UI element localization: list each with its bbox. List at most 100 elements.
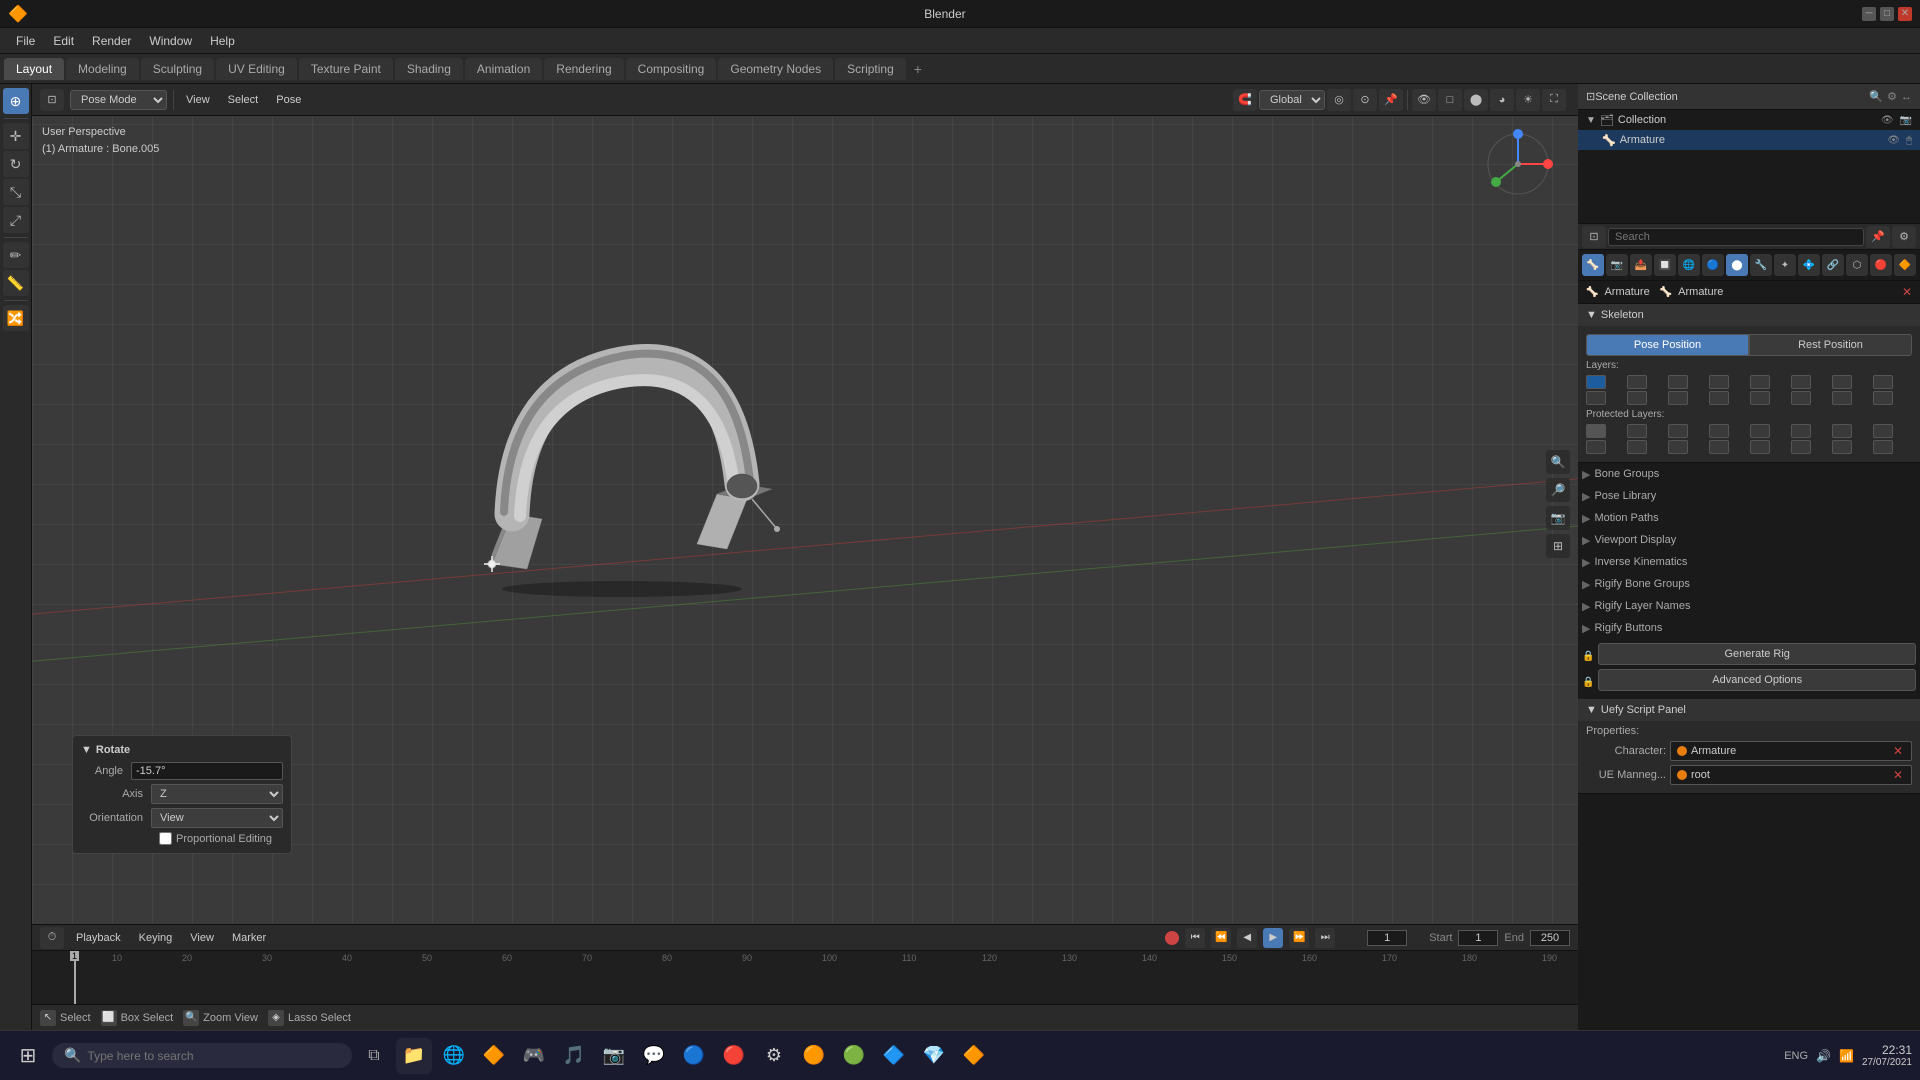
timeline-view-btn[interactable]: View — [184, 930, 220, 946]
pose-library-row[interactable]: ▶ Pose Library — [1578, 485, 1920, 507]
taskbar-app-3[interactable]: 🎵 — [556, 1038, 592, 1074]
props-constraints-icon[interactable]: 🔗 — [1822, 254, 1844, 276]
camera-btn[interactable]: 📷 — [1546, 506, 1570, 530]
props-world-icon[interactable]: 🔵 — [1702, 254, 1724, 276]
protected-layer-2[interactable] — [1627, 424, 1647, 438]
viewport-shading-wireframe[interactable]: □ — [1438, 89, 1462, 111]
layer-14[interactable] — [1791, 391, 1811, 405]
taskbar-app-4[interactable]: 📷 — [596, 1038, 632, 1074]
add-workspace-button[interactable]: + — [908, 59, 928, 79]
maximize-button[interactable]: □ — [1880, 7, 1894, 21]
props-pin-btn[interactable]: 📌 — [1866, 226, 1890, 248]
bone-groups-row[interactable]: ▶ Bone Groups — [1578, 463, 1920, 485]
pose-menu-btn[interactable]: Pose — [270, 92, 307, 108]
protected-layer-4[interactable] — [1709, 424, 1729, 438]
playback-menu-btn[interactable]: Playback — [70, 930, 127, 946]
layer-8[interactable] — [1873, 375, 1893, 389]
rotate-panel-collapse-icon[interactable]: ▼ — [81, 744, 92, 756]
taskbar-app-10[interactable]: 🟢 — [836, 1038, 872, 1074]
timeline-ruler[interactable]: 1 1 10 20 30 40 50 60 70 80 90 — [32, 951, 1578, 1004]
jump-start-btn[interactable]: ⏮ — [1185, 928, 1205, 948]
taskbar-app-7[interactable]: 🔴 — [716, 1038, 752, 1074]
protected-layer-8[interactable] — [1873, 424, 1893, 438]
taskbar-file-explorer[interactable]: 📁 — [396, 1038, 432, 1074]
tab-animation[interactable]: Animation — [465, 58, 542, 80]
taskbar-app-9[interactable]: 🟠 — [796, 1038, 832, 1074]
3d-viewport[interactable]: ⊡ Pose Mode Object Mode Edit Mode View S… — [32, 84, 1578, 924]
step-back-btn[interactable]: ⏪ — [1211, 928, 1231, 948]
tab-compositing[interactable]: Compositing — [626, 58, 717, 80]
layer-16[interactable] — [1873, 391, 1893, 405]
tab-shading[interactable]: Shading — [395, 58, 463, 80]
layer-15[interactable] — [1832, 391, 1852, 405]
rest-position-btn[interactable]: Rest Position — [1749, 334, 1912, 356]
props-editor-icon[interactable]: ⊡ — [1582, 226, 1606, 248]
zoom-out-btn[interactable]: 🔎 — [1546, 478, 1570, 502]
zoom-in-btn[interactable]: 🔍 — [1546, 450, 1570, 474]
taskbar-app-2[interactable]: 🎮 — [516, 1038, 552, 1074]
orientation-selector[interactable]: Global Local View — [1259, 90, 1325, 110]
props-scene-icon[interactable]: 🌐 — [1678, 254, 1700, 276]
keying-menu-btn[interactable]: Keying — [133, 930, 179, 946]
layer-13[interactable] — [1750, 391, 1770, 405]
outliner-item-collection[interactable]: ▼ 🗂 Collection 👁 📷 — [1578, 110, 1920, 130]
viewport-shading-rendered[interactable]: ☀ — [1516, 89, 1540, 111]
jump-end-btn[interactable]: ⏭ — [1315, 928, 1335, 948]
props-object-data-extra[interactable]: ⬡ — [1846, 254, 1868, 276]
motion-paths-row[interactable]: ▶ Motion Paths — [1578, 507, 1920, 529]
ue-mannequin-delete-btn[interactable]: ✕ — [1891, 768, 1905, 782]
network-icon[interactable]: 📶 — [1839, 1049, 1854, 1063]
props-search-input[interactable] — [1608, 228, 1864, 246]
viewport-navigation-gizmo[interactable] — [1478, 124, 1558, 204]
props-material-icon[interactable]: 🔴 — [1870, 254, 1892, 276]
protected-layer-9[interactable] — [1586, 440, 1606, 454]
menu-edit[interactable]: Edit — [45, 32, 82, 50]
select-menu-btn[interactable]: Select — [222, 92, 265, 108]
marker-menu-btn[interactable]: Marker — [226, 930, 272, 946]
props-unlink-btn[interactable]: ✕ — [1902, 285, 1912, 299]
tab-texture-paint[interactable]: Texture Paint — [299, 58, 393, 80]
menu-file[interactable]: File — [8, 32, 43, 50]
layer-11[interactable] — [1668, 391, 1688, 405]
protected-layer-10[interactable] — [1627, 440, 1647, 454]
tab-modeling[interactable]: Modeling — [66, 58, 139, 80]
rotate-axis-select[interactable]: Z X Y — [151, 784, 283, 804]
menu-render[interactable]: Render — [84, 32, 139, 50]
uefy-header[interactable]: ▼ Uefy Script Panel — [1578, 699, 1920, 721]
generate-rig-btn[interactable]: Generate Rig — [1598, 643, 1916, 665]
rigify-layer-names-row[interactable]: ▶ Rigify Layer Names — [1578, 595, 1920, 617]
props-extra-icon[interactable]: 🔶 — [1894, 254, 1916, 276]
tool-scale[interactable]: ⤡ — [3, 179, 29, 205]
protected-layer-13[interactable] — [1750, 440, 1770, 454]
proportional-editing-checkbox[interactable] — [159, 832, 172, 845]
outliner-filter-icon[interactable]: ⚙ — [1887, 90, 1897, 103]
menu-help[interactable]: Help — [202, 32, 243, 50]
start-frame-input[interactable] — [1458, 930, 1498, 946]
armature-view-icon[interactable]: 👁 — [1887, 135, 1900, 146]
transform-pivot-btn[interactable]: ◎ — [1327, 89, 1351, 111]
props-object-data-icon[interactable]: ⬤ — [1726, 254, 1748, 276]
props-modifier-icon[interactable]: 🔧 — [1750, 254, 1772, 276]
tab-sculpting[interactable]: Sculpting — [141, 58, 214, 80]
layer-7[interactable] — [1832, 375, 1852, 389]
protected-layer-3[interactable] — [1668, 424, 1688, 438]
viewport-shading-solid[interactable]: ⬤ — [1464, 89, 1488, 111]
props-view-layer-icon[interactable]: 🔲 — [1654, 254, 1676, 276]
layer-4[interactable] — [1709, 375, 1729, 389]
taskbar-app-6[interactable]: 🔵 — [676, 1038, 712, 1074]
snap-toggle[interactable]: 🧲 — [1233, 89, 1257, 111]
task-view-btn[interactable]: ⧉ — [356, 1038, 392, 1074]
character-delete-btn[interactable]: ✕ — [1891, 744, 1905, 758]
outliner-sync-icon[interactable]: ↔ — [1901, 91, 1912, 103]
layer-6[interactable] — [1791, 375, 1811, 389]
inverse-kinematics-row[interactable]: ▶ Inverse Kinematics — [1578, 551, 1920, 573]
start-button[interactable]: ⊞ — [8, 1036, 48, 1076]
protected-layer-6[interactable] — [1791, 424, 1811, 438]
collection-view-icon[interactable]: 👁 — [1881, 115, 1894, 126]
tool-measure[interactable]: 📏 — [3, 270, 29, 296]
layer-1[interactable] — [1586, 375, 1606, 389]
step-forward-btn[interactable]: ⏩ — [1289, 928, 1309, 948]
viewport-editor-type-icon[interactable]: ⊡ — [40, 89, 64, 111]
menu-window[interactable]: Window — [141, 32, 200, 50]
props-particles-icon[interactable]: ✦ — [1774, 254, 1796, 276]
